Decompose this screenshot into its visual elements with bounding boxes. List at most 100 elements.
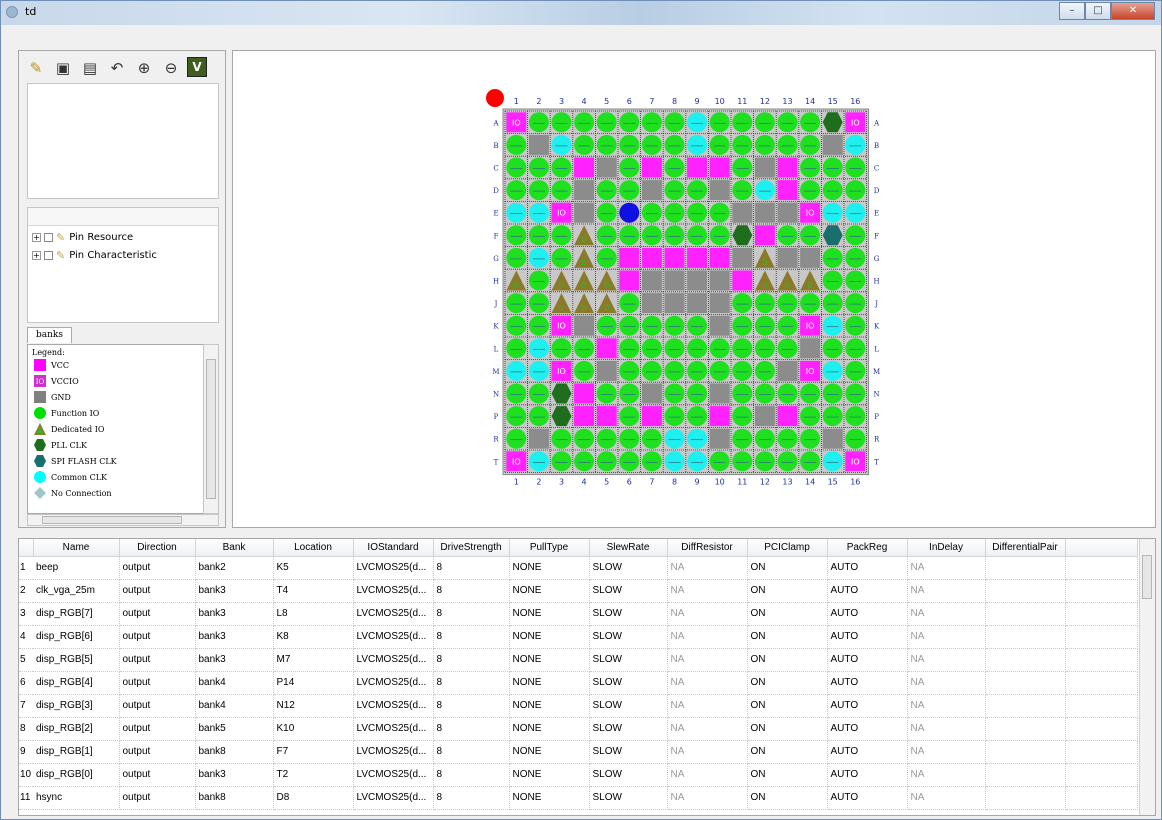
table-cell[interactable]: T2 — [273, 763, 354, 787]
function-io-pin[interactable] — [506, 293, 527, 314]
table-cell[interactable]: bank8 — [195, 740, 274, 764]
function-io-pin[interactable] — [822, 157, 843, 178]
function-io-pin[interactable] — [687, 338, 708, 359]
function-io-pin[interactable] — [687, 180, 708, 201]
function-io-pin[interactable] — [574, 451, 595, 472]
function-io-pin[interactable] — [845, 293, 866, 314]
function-io-pin[interactable] — [619, 293, 640, 314]
table-cell[interactable]: disp_RGB[6] — [33, 625, 120, 649]
table-cell[interactable]: bank8 — [195, 786, 274, 810]
table-cell[interactable]: ON — [747, 556, 828, 580]
column-header[interactable]: SlewRate — [589, 539, 668, 557]
function-io-pin[interactable] — [574, 360, 595, 381]
table-cell[interactable]: NONE — [509, 625, 590, 649]
table-cell[interactable]: NONE — [509, 648, 590, 672]
function-io-pin[interactable] — [754, 315, 775, 336]
legend-vertical-scrollbar[interactable] — [203, 344, 219, 514]
table-cell[interactable]: ON — [747, 648, 828, 672]
function-io-pin[interactable] — [709, 360, 730, 381]
function-io-pin[interactable] — [822, 383, 843, 404]
table-cell[interactable]: SLOW — [589, 786, 668, 810]
table-cell[interactable]: NA — [667, 740, 748, 764]
function-io-pin[interactable] — [732, 406, 753, 427]
gnd-pin[interactable] — [754, 157, 775, 178]
function-io-pin[interactable] — [506, 225, 527, 246]
table-cell[interactable]: output — [119, 579, 196, 603]
function-io-pin[interactable] — [709, 225, 730, 246]
table-cell[interactable]: SLOW — [589, 740, 668, 764]
function-io-pin[interactable] — [619, 180, 640, 201]
function-io-pin[interactable] — [528, 180, 549, 201]
column-header[interactable]: Bank — [195, 539, 274, 557]
table-cell[interactable]: NONE — [509, 763, 590, 787]
function-io-pin[interactable] — [551, 225, 572, 246]
table-cell[interactable]: AUTO — [827, 786, 908, 810]
gnd-pin[interactable] — [664, 270, 685, 291]
function-io-pin[interactable] — [732, 157, 753, 178]
table-cell[interactable]: T4 — [273, 579, 354, 603]
table-cell[interactable]: NA — [907, 648, 986, 672]
common-clk-pin[interactable] — [687, 112, 708, 133]
table-cell[interactable]: AUTO — [827, 740, 908, 764]
function-io-pin[interactable] — [822, 293, 843, 314]
function-io-pin[interactable] — [800, 180, 821, 201]
common-clk-pin[interactable] — [528, 451, 549, 472]
function-io-pin[interactable] — [619, 225, 640, 246]
function-io-pin[interactable] — [619, 134, 640, 155]
vccio-pin[interactable] — [709, 157, 730, 178]
gnd-pin[interactable] — [528, 428, 549, 449]
function-io-pin[interactable] — [619, 451, 640, 472]
table-cell[interactable]: LVCMOS25(d... — [353, 671, 434, 695]
table-cell[interactable]: SLOW — [589, 717, 668, 741]
table-cell[interactable]: NONE — [509, 717, 590, 741]
table-cell[interactable]: bank4 — [195, 694, 274, 718]
vccio-pin[interactable] — [709, 247, 730, 268]
table-cell[interactable]: 8 — [433, 763, 510, 787]
table-row[interactable]: 11 hsync output bank8 D8 LVCMOS25(d... 8 NONE SL… — [19, 786, 1138, 810]
table-cell[interactable]: 8 — [433, 740, 510, 764]
function-io-pin[interactable] — [641, 134, 662, 155]
function-io-pin[interactable] — [641, 428, 662, 449]
table-cell[interactable]: NONE — [509, 671, 590, 695]
function-io-pin[interactable] — [800, 383, 821, 404]
vccio-pin[interactable] — [777, 157, 798, 178]
table-cell[interactable] — [985, 648, 1066, 672]
function-io-pin[interactable] — [596, 428, 617, 449]
table-vertical-scrollbar[interactable] — [1139, 539, 1155, 815]
gnd-pin[interactable] — [709, 315, 730, 336]
table-cell[interactable]: AUTO — [827, 579, 908, 603]
gnd-pin[interactable] — [777, 202, 798, 223]
function-io-pin[interactable] — [845, 406, 866, 427]
table-cell[interactable]: disp_RGB[2] — [33, 717, 120, 741]
table-cell[interactable]: 8 — [433, 671, 510, 695]
table-cell[interactable]: output — [119, 786, 196, 810]
function-io-pin[interactable] — [619, 157, 640, 178]
function-io-pin[interactable] — [551, 112, 572, 133]
common-clk-pin[interactable] — [664, 428, 685, 449]
table-cell[interactable]: ON — [747, 763, 828, 787]
function-io-pin[interactable] — [822, 338, 843, 359]
function-io-pin[interactable] — [709, 338, 730, 359]
table-cell[interactable]: bank3 — [195, 579, 274, 603]
function-io-pin[interactable] — [732, 451, 753, 472]
function-io-pin[interactable] — [732, 293, 753, 314]
table-cell[interactable]: disp_RGB[0] — [33, 763, 120, 787]
function-io-pin[interactable] — [845, 383, 866, 404]
common-clk-pin[interactable] — [845, 202, 866, 223]
table-cell[interactable]: LVCMOS25(d... — [353, 648, 434, 672]
function-io-pin[interactable] — [732, 180, 753, 201]
table-cell[interactable]: bank5 — [195, 717, 274, 741]
table-cell[interactable]: SLOW — [589, 763, 668, 787]
zoom-out-icon[interactable]: ⊖ — [160, 57, 182, 79]
column-header[interactable]: DiffResistor — [667, 539, 748, 557]
table-cell[interactable]: ON — [747, 625, 828, 649]
table-cell[interactable]: SLOW — [589, 694, 668, 718]
function-io-pin[interactable] — [528, 293, 549, 314]
table-cell[interactable]: NA — [907, 671, 986, 695]
vccio-pin[interactable] — [777, 406, 798, 427]
function-io-pin[interactable] — [754, 112, 775, 133]
function-io-pin[interactable] — [596, 202, 617, 223]
gnd-pin[interactable] — [641, 383, 662, 404]
table-cell[interactable]: output — [119, 740, 196, 764]
vccio-pin[interactable] — [619, 270, 640, 291]
